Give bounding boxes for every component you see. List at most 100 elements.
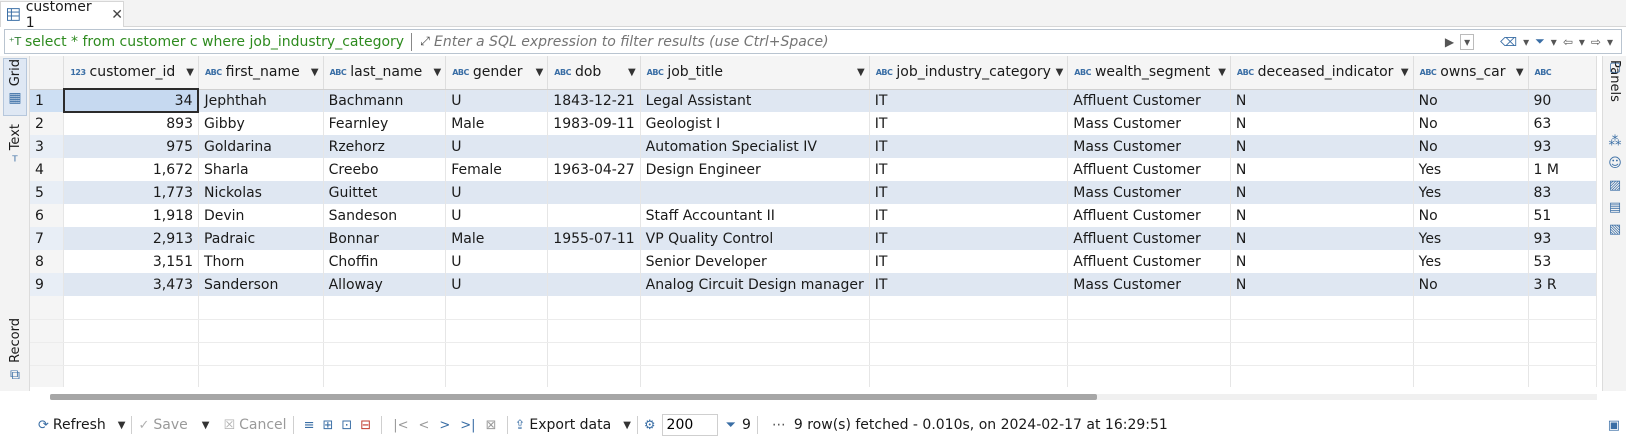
table-cell[interactable]: Geologist I: [640, 112, 870, 135]
table-cell[interactable]: U: [445, 250, 549, 273]
table-cell[interactable]: Padraic: [198, 227, 324, 250]
table-cell[interactable]: Fearnley: [323, 112, 447, 135]
table-row[interactable]: 4 1,672 Sharla Creebo Female 1963-04-27 …: [30, 158, 1597, 181]
table-cell[interactable]: Alloway: [323, 273, 447, 296]
table-cell[interactable]: N: [1230, 89, 1414, 112]
table-cell[interactable]: [547, 250, 641, 273]
table-cell[interactable]: IT: [869, 227, 1069, 250]
table-cell[interactable]: U: [445, 135, 549, 158]
table-cell[interactable]: 1 M: [1528, 158, 1597, 181]
table-cell[interactable]: 1,672: [63, 158, 199, 181]
column-header[interactable]: ABC job_title ▼: [640, 56, 870, 90]
eraser-icon[interactable]: ⌫: [1500, 35, 1517, 49]
table-cell[interactable]: 893: [63, 112, 199, 135]
row-number[interactable]: 4: [30, 158, 65, 181]
table-cell[interactable]: U: [445, 181, 549, 204]
table-cell[interactable]: Yes: [1413, 181, 1529, 204]
filter-input[interactable]: [434, 33, 1445, 50]
table-cell[interactable]: Goldarina: [198, 135, 324, 158]
row-number[interactable]: 7: [30, 227, 65, 250]
calculator-icon[interactable]: ▤: [1607, 200, 1623, 216]
table-cell[interactable]: Mass Customer: [1067, 273, 1231, 296]
forward-icon[interactable]: ⇨: [1591, 35, 1601, 49]
table-cell[interactable]: 53: [1528, 250, 1597, 273]
chevron-down-icon[interactable]: ▾: [1579, 35, 1585, 49]
chevron-down-icon[interactable]: ▼: [186, 67, 194, 78]
copy-row-icon[interactable]: ⊡: [341, 418, 352, 433]
row-number[interactable]: 9: [30, 273, 65, 296]
edit-row-icon[interactable]: ≡: [304, 418, 315, 433]
table-cell[interactable]: Sandeson: [323, 204, 447, 227]
table-cell[interactable]: Male: [445, 227, 549, 250]
export-data-button[interactable]: ⇪ Export data: [514, 417, 611, 433]
chevron-down-icon[interactable]: ▾: [1523, 35, 1529, 49]
row-number[interactable]: 2: [30, 112, 65, 135]
chevron-down-icon[interactable]: ▼: [202, 420, 210, 431]
previous-page-icon[interactable]: <: [418, 418, 429, 433]
table-cell[interactable]: IT: [869, 181, 1069, 204]
fetch-size-input[interactable]: [661, 414, 718, 436]
table-row[interactable]: 9 3,473 Sanderson Alloway U Analog Circu…: [30, 273, 1597, 296]
table-cell[interactable]: Guittet: [323, 181, 447, 204]
table-cell[interactable]: 63: [1528, 112, 1597, 135]
table-cell[interactable]: 1955-07-11: [547, 227, 641, 250]
row-count-icon[interactable]: ⏷: [726, 418, 736, 433]
table-cell[interactable]: 3 R: [1528, 273, 1597, 296]
column-header[interactable]: ABC gender ▼: [445, 56, 549, 90]
table-row[interactable]: 5 1,773 Nickolas Guittet U IT Mass Custo…: [30, 181, 1597, 204]
table-cell[interactable]: IT: [869, 273, 1069, 296]
chevron-down-icon[interactable]: ▼: [1056, 67, 1064, 78]
table-cell[interactable]: Affluent Customer: [1067, 227, 1231, 250]
table-cell[interactable]: Bachmann: [323, 89, 447, 112]
filter-history-dropdown[interactable]: ▾: [1460, 33, 1475, 50]
table-cell[interactable]: 2,913: [63, 227, 199, 250]
table-cell[interactable]: [547, 204, 641, 227]
tab-grid[interactable]: Grid ▦: [3, 58, 27, 116]
table-cell[interactable]: Devin: [198, 204, 324, 227]
add-row-icon[interactable]: ⊞: [322, 418, 333, 433]
table-cell[interactable]: Yes: [1413, 158, 1529, 181]
table-cell[interactable]: Sanderson: [198, 273, 324, 296]
table-cell[interactable]: Female: [445, 158, 549, 181]
table-cell[interactable]: 3,151: [63, 250, 199, 273]
chevron-down-icon[interactable]: ▼: [623, 420, 631, 431]
row-number[interactable]: 8: [30, 250, 65, 273]
column-header[interactable]: ABC deceased_indicator ▼: [1230, 56, 1414, 90]
table-cell[interactable]: [547, 181, 641, 204]
chevron-down-icon[interactable]: ▼: [857, 67, 865, 78]
table-cell[interactable]: IT: [869, 89, 1069, 112]
table-cell[interactable]: Affluent Customer: [1067, 89, 1231, 112]
chevron-down-icon[interactable]: ▼: [118, 420, 126, 431]
gear-icon[interactable]: ⚙: [644, 418, 656, 433]
chevron-down-icon[interactable]: ▼: [311, 67, 319, 78]
table-cell[interactable]: Affluent Customer: [1067, 204, 1231, 227]
table-cell[interactable]: VP Quality Control: [640, 227, 870, 250]
chevron-down-icon[interactable]: ▼: [1218, 67, 1226, 78]
table-row[interactable]: 2 893 Gibby Fearnley Male 1983-09-11 Geo…: [30, 112, 1597, 135]
table-cell[interactable]: Bonnar: [323, 227, 447, 250]
palette-icon[interactable]: ⁂: [1607, 134, 1623, 150]
column-header[interactable]: ABC dob ▼: [547, 56, 641, 90]
table-cell[interactable]: 83: [1528, 181, 1597, 204]
column-header[interactable]: 123 customer_id ▼: [63, 56, 199, 90]
table-cell[interactable]: IT: [869, 112, 1069, 135]
cancel-button[interactable]: ☒ Cancel: [223, 417, 286, 433]
fetch-all-icon[interactable]: ⊠: [486, 418, 497, 433]
table-cell[interactable]: 975: [63, 135, 199, 158]
scrollbar-thumb[interactable]: [50, 394, 1097, 400]
panel-toggle-icon[interactable]: ▢: [1607, 60, 1623, 76]
chevron-down-icon[interactable]: ▼: [1401, 67, 1409, 78]
table-cell[interactable]: No: [1413, 204, 1529, 227]
table-cell[interactable]: Affluent Customer: [1067, 158, 1231, 181]
table-cell[interactable]: N: [1230, 273, 1414, 296]
chevron-down-icon[interactable]: ▼: [1516, 67, 1524, 78]
table-cell[interactable]: Yes: [1413, 250, 1529, 273]
table-cell[interactable]: Sharla: [198, 158, 324, 181]
sql-query-text[interactable]: select * from customer c where job_indus…: [25, 34, 407, 50]
last-page-icon[interactable]: >|: [460, 418, 475, 433]
panel-icon[interactable]: ▣: [1608, 418, 1620, 433]
column-header[interactable]: ABC wealth_segment ▼: [1067, 56, 1231, 90]
table-cell[interactable]: Affluent Customer: [1067, 250, 1231, 273]
table-cell[interactable]: N: [1230, 135, 1414, 158]
row-number[interactable]: 5: [30, 181, 65, 204]
